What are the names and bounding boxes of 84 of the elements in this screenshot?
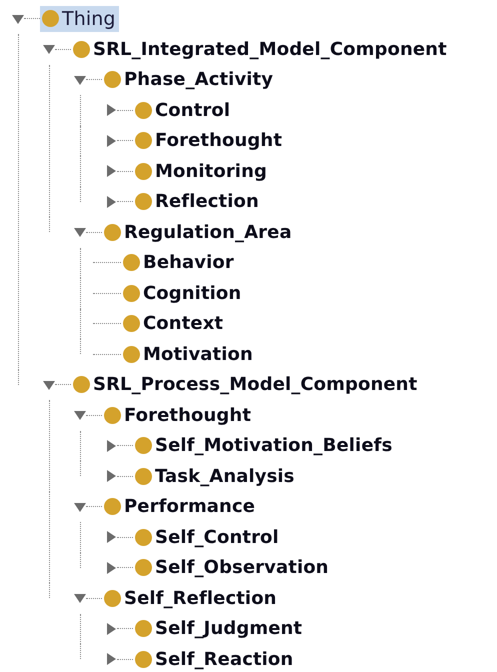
expand-arrow-icon[interactable] bbox=[105, 622, 117, 635]
expand-arrow-icon[interactable] bbox=[105, 196, 117, 208]
class-icon bbox=[135, 559, 152, 576]
tree-node[interactable]: SRL_Integrated_Model_Component bbox=[71, 36, 450, 62]
collapse-arrow-icon[interactable] bbox=[12, 12, 24, 25]
class-label: Reflection bbox=[155, 191, 259, 212]
class-label: Motivation bbox=[143, 344, 253, 365]
tree-node[interactable]: Monitoring bbox=[133, 158, 270, 184]
class-icon bbox=[135, 132, 152, 150]
class-icon bbox=[104, 590, 121, 607]
class-label: Phase_Activity bbox=[124, 69, 274, 90]
tree-node[interactable]: Thing bbox=[40, 6, 119, 32]
class-label: Control bbox=[155, 100, 230, 121]
class-icon bbox=[135, 528, 152, 546]
class-icon bbox=[73, 40, 90, 58]
tree-node[interactable]: Phase_Activity bbox=[102, 67, 276, 92]
expand-arrow-icon[interactable] bbox=[105, 653, 117, 666]
class-label: Monitoring bbox=[155, 160, 267, 182]
collapse-arrow-icon[interactable] bbox=[74, 74, 86, 86]
tree-node[interactable]: Reflection bbox=[133, 189, 262, 214]
class-icon bbox=[104, 224, 121, 241]
collapse-arrow-icon[interactable] bbox=[74, 592, 86, 604]
tree-node[interactable]: Self_Motivation_Beliefs bbox=[133, 433, 396, 458]
class-label: Cognition bbox=[143, 282, 242, 304]
class-label: Performance bbox=[124, 496, 256, 518]
tree-node[interactable]: Motivation bbox=[121, 342, 256, 367]
class-icon bbox=[104, 498, 121, 516]
class-icon bbox=[123, 284, 140, 302]
expand-arrow-icon[interactable] bbox=[105, 104, 117, 116]
tree-node[interactable]: Self_Reflection bbox=[102, 586, 280, 611]
class-label: Behavior bbox=[143, 252, 234, 274]
tree-node[interactable]: Control bbox=[133, 98, 234, 123]
class-icon bbox=[135, 193, 152, 210]
class-icon bbox=[42, 10, 59, 28]
class-label: Self_Motivation_Beliefs bbox=[155, 435, 392, 456]
class-label: Forethought bbox=[124, 404, 252, 426]
class-icon bbox=[104, 406, 121, 424]
class-label: Self_Observation bbox=[155, 557, 329, 578]
expand-arrow-icon[interactable] bbox=[105, 165, 117, 178]
class-icon bbox=[135, 437, 152, 454]
tree-node[interactable]: Performance bbox=[102, 494, 258, 520]
class-icon bbox=[135, 620, 152, 638]
tree-node[interactable]: Forethought bbox=[133, 128, 286, 154]
expand-arrow-icon[interactable] bbox=[105, 562, 117, 574]
class-label: SRL_Integrated_Model_Component bbox=[93, 38, 447, 60]
class-label: Self_Reflection bbox=[124, 588, 277, 609]
tree-node[interactable]: Behavior bbox=[121, 250, 237, 276]
class-label: Self_Control bbox=[155, 526, 279, 548]
class-icon bbox=[135, 162, 152, 180]
tree-node[interactable]: Task_Analysis bbox=[133, 464, 298, 489]
tree-node[interactable]: Regulation_Area bbox=[102, 220, 295, 245]
class-icon bbox=[135, 468, 152, 485]
expand-arrow-icon[interactable] bbox=[105, 470, 117, 482]
class-icon bbox=[123, 254, 140, 272]
collapse-arrow-icon[interactable] bbox=[43, 378, 55, 391]
tree-node[interactable]: Cognition bbox=[121, 280, 244, 306]
tree-node[interactable]: Self_Control bbox=[133, 524, 282, 550]
expand-arrow-icon[interactable] bbox=[105, 531, 117, 544]
collapse-arrow-icon[interactable] bbox=[74, 500, 86, 513]
tree-node[interactable]: SRL_Process_Model_Component bbox=[71, 372, 420, 398]
class-icon bbox=[73, 376, 90, 394]
class-label: Context bbox=[143, 313, 224, 334]
class-icon bbox=[123, 346, 140, 363]
tree-node[interactable]: Self_Observation bbox=[133, 555, 332, 580]
expand-arrow-icon[interactable] bbox=[105, 440, 117, 452]
class-icon bbox=[104, 71, 121, 88]
expand-arrow-icon[interactable] bbox=[105, 134, 117, 147]
class-label: Forethought bbox=[155, 130, 282, 152]
class-label: Regulation_Area bbox=[124, 222, 292, 243]
collapse-arrow-icon[interactable] bbox=[43, 43, 55, 56]
collapse-arrow-icon[interactable] bbox=[74, 226, 86, 238]
tree-node[interactable]: Self_Judgment bbox=[133, 616, 306, 642]
class-label: Thing bbox=[62, 8, 116, 30]
collapse-arrow-icon[interactable] bbox=[74, 409, 86, 422]
class-label: Self_Judgment bbox=[155, 618, 302, 640]
class-icon bbox=[135, 650, 152, 668]
tree-node[interactable]: Context bbox=[121, 311, 226, 336]
class-icon bbox=[135, 102, 152, 119]
class-label: Task_Analysis bbox=[155, 466, 294, 487]
class-label: Self_Reaction bbox=[155, 648, 294, 670]
class-icon bbox=[123, 315, 140, 332]
class-label: SRL_Process_Model_Component bbox=[93, 374, 418, 396]
tree-node[interactable]: Self_Reaction bbox=[133, 646, 296, 672]
tree-node[interactable]: Forethought bbox=[102, 402, 254, 428]
